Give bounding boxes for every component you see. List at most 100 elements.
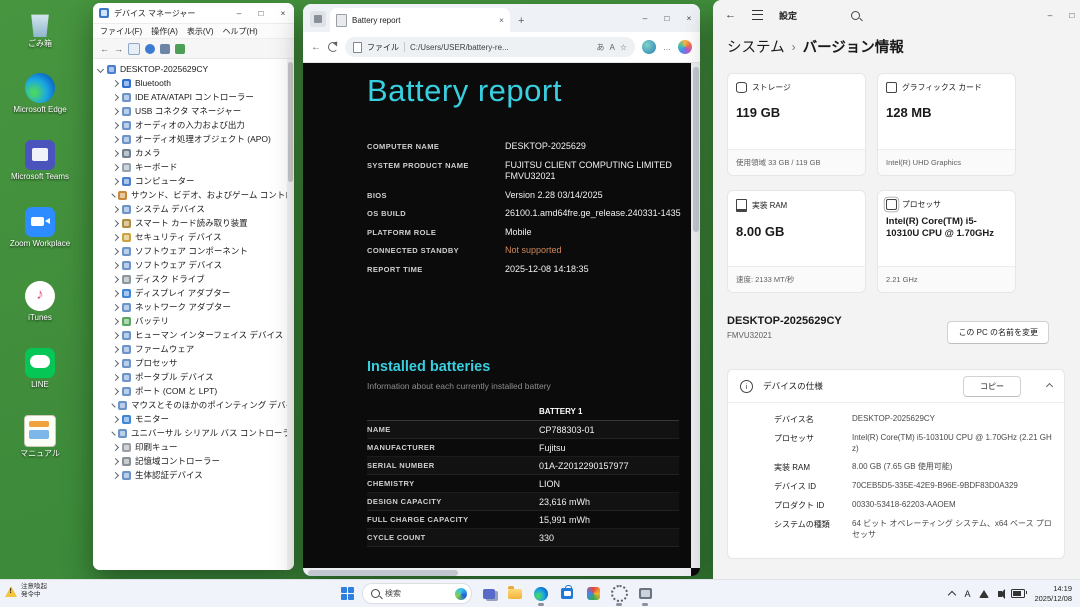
tree-item[interactable]: IDE ATA/ATAPI コントローラー xyxy=(93,90,294,104)
tree-item[interactable]: ポータブル デバイス xyxy=(93,370,294,384)
tree-item[interactable]: 記憶域コントローラー xyxy=(93,454,294,468)
desktop-icon-line[interactable]: LINE xyxy=(8,348,72,389)
new-tab-button[interactable]: + xyxy=(518,15,524,27)
tree-item[interactable]: ユニバーサル シリアル バス コントローラー xyxy=(93,426,294,440)
close-button[interactable]: × xyxy=(272,3,294,23)
chevron-right-icon[interactable] xyxy=(111,303,120,311)
desktop-icon-zoom[interactable]: Zoom Workplace xyxy=(8,207,72,248)
maximize-button[interactable]: □ xyxy=(656,4,678,32)
back-icon[interactable]: ← xyxy=(100,44,109,54)
chevron-right-icon[interactable] xyxy=(111,107,120,115)
chevron-right-icon[interactable] xyxy=(111,261,120,269)
refresh-icon[interactable] xyxy=(328,42,338,52)
desktop-icon-manual[interactable]: マニュアル xyxy=(8,415,72,458)
explorer-button[interactable] xyxy=(506,585,524,603)
task-view-button[interactable] xyxy=(480,585,498,603)
chevron-up-icon[interactable] xyxy=(1045,382,1054,390)
menu-file[interactable]: ファイル(F) xyxy=(100,26,142,37)
chevron-right-icon[interactable] xyxy=(111,247,120,255)
tree-item[interactable]: ヒューマン インターフェイス デバイス xyxy=(93,328,294,342)
battery-icon[interactable] xyxy=(1011,589,1028,598)
tree-item[interactable]: オーディオの入力および出力 xyxy=(93,118,294,132)
scrollbar-thumb[interactable] xyxy=(308,569,458,576)
menu-action[interactable]: 操作(A) xyxy=(151,26,178,37)
close-button[interactable]: × xyxy=(678,4,700,32)
ime-indicator[interactable]: A xyxy=(964,589,970,599)
tree-item[interactable]: オーディオ処理オブジェクト (APO) xyxy=(93,132,294,146)
console-document-icon[interactable] xyxy=(128,42,140,55)
tree-scrollbar[interactable] xyxy=(287,59,294,570)
chevron-right-icon[interactable] xyxy=(111,192,116,198)
device-manager-button[interactable] xyxy=(636,585,654,606)
tree-item[interactable]: ファームウェア xyxy=(93,342,294,356)
profile-avatar[interactable] xyxy=(642,40,656,54)
chevron-right-icon[interactable] xyxy=(111,135,120,143)
settings-titlebar[interactable]: ← 設定 – □ × xyxy=(713,0,1080,30)
tree-item[interactable]: サウンド、ビデオ、およびゲーム コントローラー xyxy=(93,188,294,202)
tab-battery-report[interactable]: Battery report × xyxy=(330,8,510,32)
tree-item[interactable]: USB コネクタ マネージャー xyxy=(93,104,294,118)
chevron-right-icon[interactable] xyxy=(111,121,120,129)
desktop-icon-teams[interactable]: Microsoft Teams xyxy=(8,140,72,181)
alert-badge[interactable]: 注意喚起 発令中 xyxy=(5,583,47,599)
maximize-button[interactable]: □ xyxy=(250,3,272,23)
scrollbar-thumb[interactable] xyxy=(288,62,293,182)
chevron-right-icon[interactable] xyxy=(111,345,120,353)
minimize-button[interactable]: – xyxy=(228,3,250,23)
tree-item[interactable]: ソフトウェア デバイス xyxy=(93,258,294,272)
tab-actions-icon[interactable] xyxy=(310,11,326,27)
tree-item[interactable]: マウスとそのほかのポインティング デバイス xyxy=(93,398,294,412)
tree-item[interactable]: ソフトウェア コンポーネント xyxy=(93,244,294,258)
tree-item[interactable]: カメラ xyxy=(93,146,294,160)
copy-button[interactable]: コピー xyxy=(963,375,1021,397)
desktop-icon-itunes[interactable]: iTunes xyxy=(8,281,72,322)
chevron-right-icon[interactable] xyxy=(111,415,120,423)
horizontal-scrollbar[interactable] xyxy=(303,568,691,576)
volume-icon[interactable] xyxy=(998,588,1006,599)
translate-icon[interactable]: あ xyxy=(596,42,604,53)
edge-button[interactable] xyxy=(532,585,550,606)
read-aloud-icon[interactable]: A xyxy=(609,43,614,52)
chevron-right-icon[interactable] xyxy=(111,457,120,465)
chevron-right-icon[interactable] xyxy=(111,205,120,213)
more-menu-icon[interactable]: … xyxy=(663,43,671,52)
chevron-right-icon[interactable] xyxy=(111,289,120,297)
chevron-right-icon[interactable] xyxy=(111,177,120,185)
rename-pc-button[interactable]: この PC の名前を変更 xyxy=(947,321,1049,344)
forward-icon[interactable]: → xyxy=(114,44,123,54)
chevron-right-icon[interactable] xyxy=(111,443,120,451)
tree-item[interactable]: スマート カード読み取り装置 xyxy=(93,216,294,230)
tree-item[interactable]: ポート (COM と LPT) xyxy=(93,384,294,398)
vertical-scrollbar[interactable] xyxy=(691,63,700,568)
back-icon[interactable]: ← xyxy=(311,42,321,53)
tree-item[interactable]: コンピューター xyxy=(93,174,294,188)
store-button[interactable] xyxy=(558,585,576,603)
chevron-right-icon[interactable] xyxy=(111,79,120,87)
scan-hardware-icon[interactable] xyxy=(175,43,185,54)
chevron-right-icon[interactable] xyxy=(111,317,120,325)
clock[interactable]: 14:19 2025/12/08 xyxy=(1034,584,1072,603)
scrollbar-thumb[interactable] xyxy=(692,67,699,232)
chevron-right-icon[interactable] xyxy=(111,149,120,157)
tray-overflow-icon[interactable] xyxy=(948,590,957,599)
tree-item[interactable]: プロセッサ xyxy=(93,356,294,370)
tab-close-icon[interactable]: × xyxy=(499,15,504,25)
chevron-right-icon[interactable] xyxy=(111,163,120,171)
tree-item[interactable]: モニター xyxy=(93,412,294,426)
desktop-icon-edge[interactable]: Microsoft Edge xyxy=(8,73,72,114)
hamburger-menu-icon[interactable] xyxy=(752,10,763,20)
tree-item[interactable]: 生体認証デバイス xyxy=(93,468,294,482)
breadcrumb-parent[interactable]: システム xyxy=(727,36,785,57)
start-button[interactable] xyxy=(341,587,354,600)
search-icon[interactable] xyxy=(851,10,861,20)
chevron-right-icon[interactable] xyxy=(111,430,116,436)
tree-root[interactable]: DESKTOP-2025629CY xyxy=(93,62,294,76)
chevron-right-icon[interactable] xyxy=(111,93,120,101)
menu-view[interactable]: 表示(V) xyxy=(187,26,214,37)
menu-help[interactable]: ヘルプ(H) xyxy=(223,26,258,37)
chevron-right-icon[interactable] xyxy=(111,219,120,227)
device-manager-titlebar[interactable]: デバイス マネージャー – □ × xyxy=(93,3,294,24)
settings-button[interactable] xyxy=(610,585,628,606)
favorite-star-icon[interactable]: ☆ xyxy=(620,43,627,52)
device-spec-header[interactable]: i デバイスの仕様 コピー xyxy=(728,370,1064,402)
